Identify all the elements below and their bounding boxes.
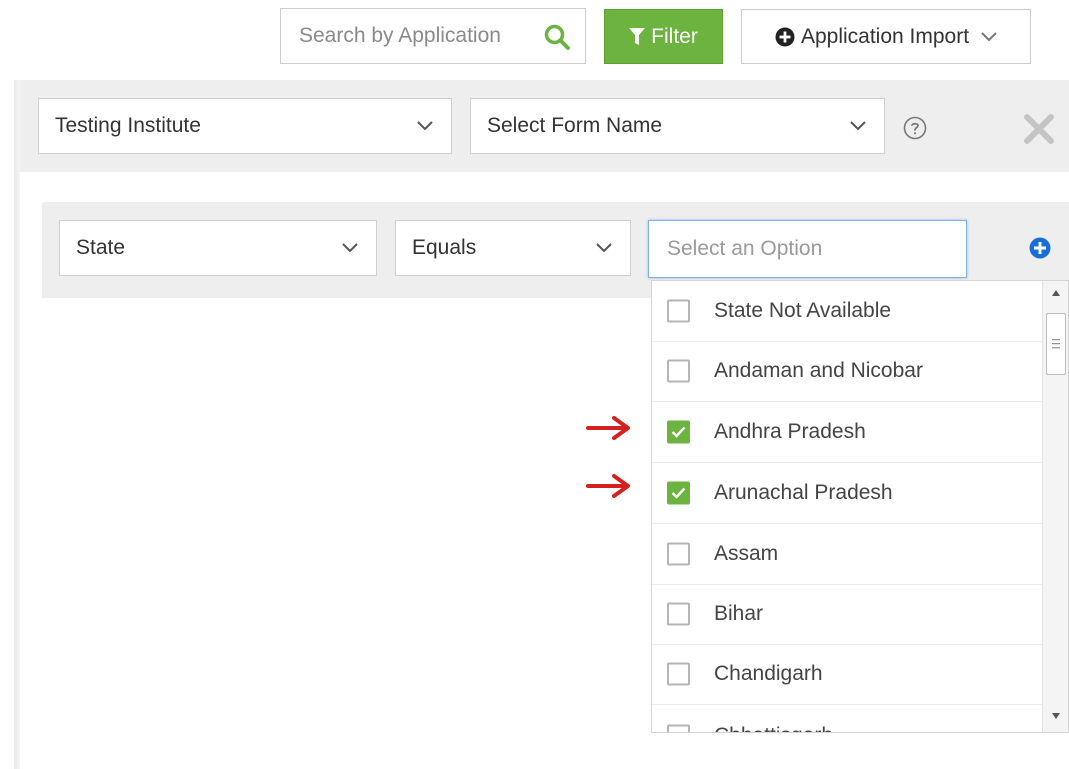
- checkbox[interactable]: [667, 542, 690, 566]
- option-label: Bihar: [714, 602, 764, 625]
- plus-circle-icon: [775, 27, 795, 46]
- application-search: [280, 8, 586, 64]
- checkbox-checked[interactable]: [667, 420, 690, 444]
- list-item[interactable]: Chhattisgarh: [652, 705, 1042, 733]
- list-item[interactable]: Bihar: [652, 584, 1042, 645]
- list-item[interactable]: Assam: [652, 524, 1042, 585]
- option-label: Andaman and Nicobar: [714, 359, 923, 382]
- checkbox[interactable]: [667, 359, 690, 383]
- checkbox-checked[interactable]: [667, 481, 690, 505]
- option-label: Chhattisgarh: [714, 724, 833, 733]
- scroll-down-icon[interactable]: [1051, 712, 1061, 720]
- list-item[interactable]: Andhra Pradesh: [652, 402, 1042, 463]
- question-circle-icon[interactable]: [903, 116, 927, 140]
- field-select-value: State: [76, 236, 126, 259]
- field-select[interactable]: State: [59, 220, 377, 276]
- search-input[interactable]: [281, 9, 531, 63]
- operator-select[interactable]: Equals: [395, 220, 631, 276]
- funnel-icon: [629, 27, 646, 45]
- checkbox[interactable]: [667, 602, 690, 626]
- option-select[interactable]: [648, 220, 967, 278]
- red-arrow-icon: [586, 474, 630, 498]
- filter-button[interactable]: Filter: [604, 9, 723, 64]
- option-label: Assam: [714, 542, 779, 565]
- list-item[interactable]: State Not Available: [652, 281, 1042, 342]
- operator-select-value: Equals: [412, 236, 477, 259]
- grip-icon: [1052, 339, 1060, 349]
- list-item[interactable]: Arunachal Pradesh: [652, 463, 1042, 524]
- add-condition-icon[interactable]: [1029, 237, 1051, 259]
- institute-select-value: Testing Institute: [55, 114, 201, 137]
- institute-select[interactable]: Testing Institute: [38, 98, 452, 154]
- checkbox[interactable]: [667, 299, 690, 323]
- scroll-up-icon[interactable]: [1051, 289, 1061, 297]
- form-name-select-placeholder: Select Form Name: [487, 114, 663, 137]
- option-label: Arunachal Pradesh: [714, 481, 893, 504]
- close-icon[interactable]: [1023, 113, 1055, 145]
- red-arrow-icon: [586, 416, 630, 440]
- application-import-button[interactable]: Application Import: [741, 9, 1031, 64]
- chevron-down-icon: [596, 243, 612, 253]
- checkbox[interactable]: [667, 662, 690, 686]
- chevron-down-icon: [850, 121, 866, 131]
- checkbox[interactable]: [667, 724, 690, 732]
- checkmark-icon: [671, 426, 686, 438]
- scrollbar[interactable]: [1042, 281, 1068, 732]
- checkmark-icon: [671, 487, 686, 499]
- chevron-down-icon: [981, 31, 997, 41]
- list-item[interactable]: Andaman and Nicobar: [652, 341, 1042, 402]
- option-search-input[interactable]: [649, 221, 966, 277]
- option-label: State Not Available: [714, 299, 892, 322]
- panel-edge: [14, 80, 20, 769]
- option-dropdown-list: State Not Available Andaman and Nicobar …: [651, 280, 1069, 733]
- chevron-down-icon: [342, 243, 358, 253]
- option-label: Chandigarh: [714, 662, 823, 685]
- list-item[interactable]: Chandigarh: [652, 644, 1042, 705]
- chevron-down-icon: [417, 121, 433, 131]
- form-name-select[interactable]: Select Form Name: [470, 98, 885, 154]
- import-button-label: Application Import: [800, 24, 970, 48]
- search-icon[interactable]: [543, 23, 571, 51]
- scrollbar-thumb[interactable]: [1046, 313, 1066, 375]
- option-label: Andhra Pradesh: [714, 420, 866, 443]
- filter-button-label: Filter: [651, 24, 698, 48]
- top-toolbar: Filter Application Import: [0, 0, 1069, 80]
